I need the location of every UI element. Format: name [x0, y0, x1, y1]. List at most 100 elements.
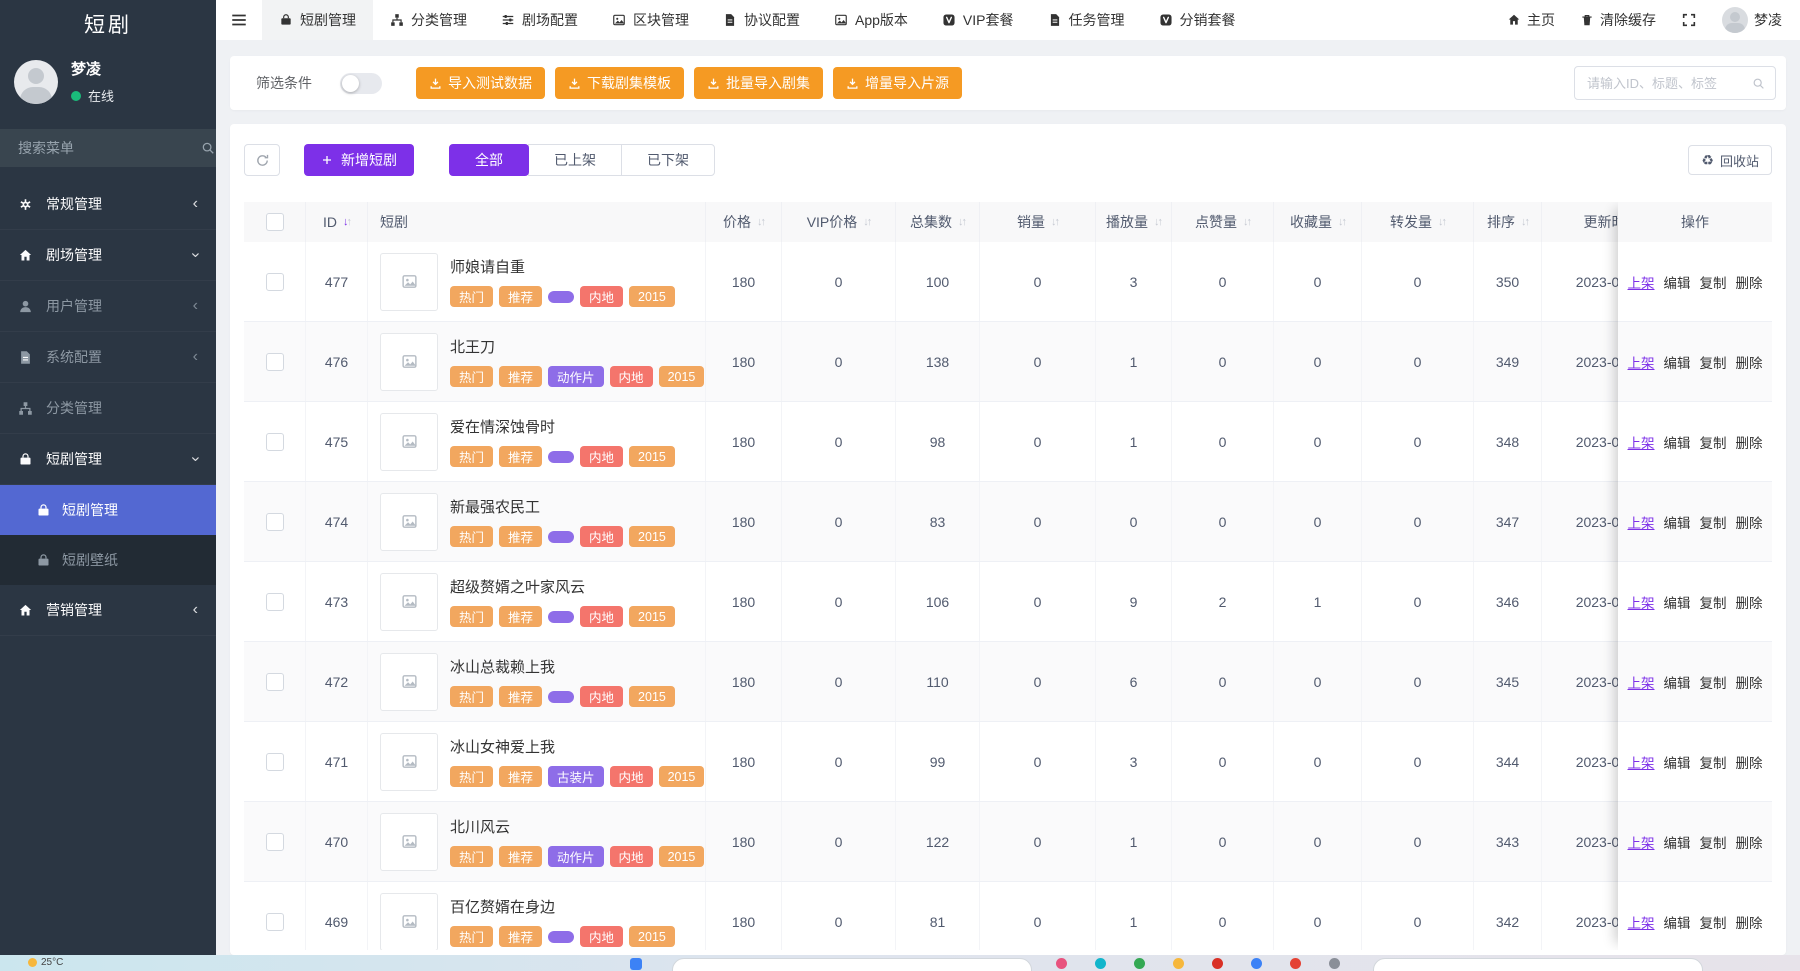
delete-link[interactable]: 删除	[1736, 432, 1763, 452]
edit-link[interactable]: 编辑	[1664, 272, 1691, 292]
column-header[interactable]: 排序↓↑	[1474, 202, 1542, 242]
edit-link[interactable]: 编辑	[1664, 752, 1691, 772]
status-tab[interactable]: 全部	[449, 144, 529, 176]
delete-link[interactable]: 删除	[1736, 672, 1763, 692]
taskbar-app-icon[interactable]	[1095, 958, 1106, 969]
row-checkbox[interactable]	[266, 673, 284, 691]
import-button[interactable]: 下载剧集模板	[555, 67, 684, 99]
nav-tab[interactable]: 分类管理	[373, 0, 484, 40]
publish-link[interactable]: 上架	[1628, 512, 1655, 532]
navbar-user[interactable]: 梦凌	[1722, 7, 1782, 33]
edit-link[interactable]: 编辑	[1664, 432, 1691, 452]
taskbar-app-icon[interactable]	[1212, 958, 1223, 969]
nav-tab[interactable]: 剧场配置	[484, 0, 595, 40]
column-header[interactable]: ID↓↑	[306, 202, 368, 242]
menu-icon[interactable]	[216, 0, 262, 40]
row-checkbox[interactable]	[266, 433, 284, 451]
refresh-button[interactable]	[244, 144, 280, 176]
copy-link[interactable]: 复制	[1700, 512, 1727, 532]
nav-tab[interactable]: App版本	[817, 0, 925, 40]
taskbar-app-icon[interactable]	[1251, 958, 1262, 969]
copy-link[interactable]: 复制	[1700, 752, 1727, 772]
column-header[interactable]: 销量↓↑	[980, 202, 1096, 242]
filter-toggle[interactable]	[340, 73, 382, 94]
fullscreen-icon[interactable]	[1681, 12, 1697, 28]
taskbar-app-icon[interactable]	[1329, 958, 1340, 969]
row-checkbox[interactable]	[266, 273, 284, 291]
copy-link[interactable]: 复制	[1700, 672, 1727, 692]
delete-link[interactable]: 删除	[1736, 352, 1763, 372]
status-tab[interactable]: 已下架	[621, 144, 715, 176]
taskbar-app-icon[interactable]	[1134, 958, 1145, 969]
publish-link[interactable]: 上架	[1628, 352, 1655, 372]
row-checkbox[interactable]	[266, 833, 284, 851]
nav-tab[interactable]: 区块管理	[595, 0, 706, 40]
copy-link[interactable]: 复制	[1700, 352, 1727, 372]
edit-link[interactable]: 编辑	[1664, 592, 1691, 612]
publish-link[interactable]: 上架	[1628, 592, 1655, 612]
publish-link[interactable]: 上架	[1628, 832, 1655, 852]
edit-link[interactable]: 编辑	[1664, 512, 1691, 532]
edit-link[interactable]: 编辑	[1664, 352, 1691, 372]
import-button[interactable]: 增量导入片源	[833, 67, 962, 99]
row-checkbox[interactable]	[266, 753, 284, 771]
delete-link[interactable]: 删除	[1736, 272, 1763, 292]
sidebar-item[interactable]: 用户管理‹	[0, 281, 216, 332]
delete-link[interactable]: 删除	[1736, 512, 1763, 532]
taskbar-app-icon[interactable]	[1056, 958, 1067, 969]
taskbar-app-icon[interactable]	[1290, 958, 1301, 969]
column-header[interactable]: 转发量↓↑	[1362, 202, 1474, 242]
sidebar-item[interactable]: 系统配置‹	[0, 332, 216, 383]
column-header[interactable]: VIP价格↓↑	[782, 202, 896, 242]
table-search-input[interactable]	[1585, 75, 1752, 92]
weather-widget[interactable]: 25°C	[28, 957, 63, 968]
clear-cache-button[interactable]: 清除缓存	[1580, 10, 1656, 30]
nav-tab[interactable]: 任务管理	[1031, 0, 1142, 40]
sidebar-item[interactable]: 分类管理	[0, 383, 216, 434]
copy-link[interactable]: 复制	[1700, 912, 1727, 932]
copy-link[interactable]: 复制	[1700, 592, 1727, 612]
sidebar-search-input[interactable]	[16, 139, 201, 157]
add-drama-button[interactable]: 新增短剧	[304, 144, 414, 176]
nav-tab[interactable]: VIP套餐	[925, 0, 1031, 40]
publish-link[interactable]: 上架	[1628, 672, 1655, 692]
row-checkbox[interactable]	[266, 913, 284, 931]
nav-tab[interactable]: 协议配置	[706, 0, 817, 40]
row-checkbox[interactable]	[266, 513, 284, 531]
select-all-checkbox[interactable]	[266, 213, 284, 231]
sidebar-item[interactable]: 常规管理‹	[0, 179, 216, 230]
column-header[interactable]: 点赞量↓↑	[1172, 202, 1274, 242]
copy-link[interactable]: 复制	[1700, 272, 1727, 292]
nav-tab[interactable]: 分销套餐	[1142, 0, 1253, 40]
sidebar-item[interactable]: 营销管理‹	[0, 585, 216, 636]
home-button[interactable]: 主页	[1507, 10, 1555, 30]
publish-link[interactable]: 上架	[1628, 432, 1655, 452]
taskbar-app-icon[interactable]	[1173, 958, 1184, 969]
taskbar-app-icon[interactable]	[630, 958, 642, 970]
row-checkbox[interactable]	[266, 593, 284, 611]
column-header[interactable]: 收藏量↓↑	[1274, 202, 1362, 242]
delete-link[interactable]: 删除	[1736, 912, 1763, 932]
row-checkbox[interactable]	[266, 353, 284, 371]
delete-link[interactable]: 删除	[1736, 752, 1763, 772]
sidebar-item[interactable]: 短剧管理‹	[0, 434, 216, 485]
edit-link[interactable]: 编辑	[1664, 832, 1691, 852]
copy-link[interactable]: 复制	[1700, 432, 1727, 452]
taskbar-widget-pill[interactable]	[1373, 958, 1703, 971]
column-header[interactable]: 播放量↓↑	[1096, 202, 1172, 242]
copy-link[interactable]: 复制	[1700, 832, 1727, 852]
status-tab[interactable]: 已上架	[528, 144, 622, 176]
delete-link[interactable]: 删除	[1736, 832, 1763, 852]
column-header[interactable]: 总集数↓↑	[896, 202, 980, 242]
recycle-bin-button[interactable]: ♻ 回收站	[1688, 145, 1772, 175]
sidebar-subitem[interactable]: 短剧壁纸	[0, 535, 216, 585]
publish-link[interactable]: 上架	[1628, 752, 1655, 772]
nav-tab[interactable]: 短剧管理	[262, 0, 373, 40]
edit-link[interactable]: 编辑	[1664, 912, 1691, 932]
import-button[interactable]: 批量导入剧集	[694, 67, 823, 99]
column-header[interactable]: 价格↓↑	[706, 202, 782, 242]
sidebar-item[interactable]: 剧场管理‹	[0, 230, 216, 281]
delete-link[interactable]: 删除	[1736, 592, 1763, 612]
import-button[interactable]: 导入测试数据	[416, 67, 545, 99]
publish-link[interactable]: 上架	[1628, 272, 1655, 292]
